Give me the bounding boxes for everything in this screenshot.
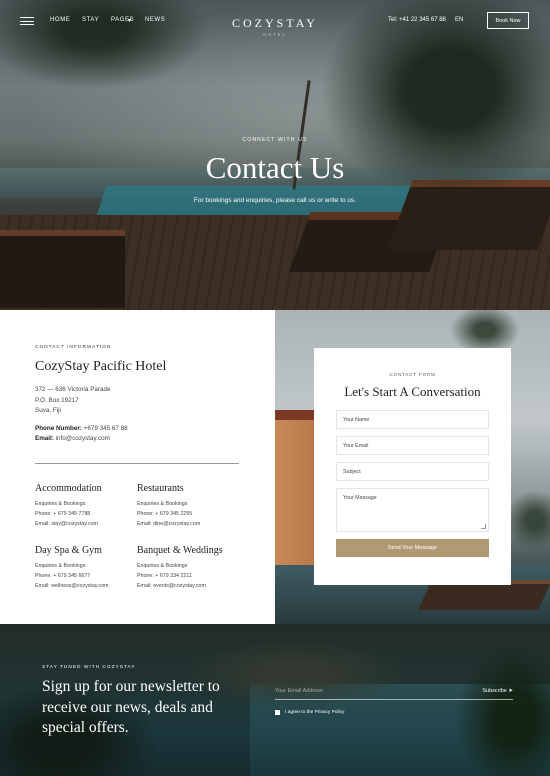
address-line: 372 — 636 Victoria Parade [35,386,111,393]
privacy-label: I agree to the Privacy Policy [285,710,345,715]
department-title: Restaurants [137,483,184,494]
department-email[interactable]: Email: wellness@cozystay.com [35,581,140,591]
department-enquiries: Enquiries & Bookings [35,501,86,507]
department-phone[interactable]: Phone: + 679 345 6677 [35,571,140,581]
department-email[interactable]: Email: events@cozystay.com [137,581,242,591]
privacy-consent: I agree to the Privacy Policy [275,710,344,715]
hero-subtitle: For bookings and enquiries, please call … [193,197,357,204]
book-now-button[interactable]: Book Now [487,12,529,29]
privacy-checkbox[interactable] [275,710,280,715]
department-phone[interactable]: Phone: + 679 345 2255 [137,509,242,519]
email-field[interactable]: Your Email [336,436,489,455]
department-spa-gym: Day Spa & Gym Enquiries & Bookings Phone… [35,545,140,591]
subscribe-button[interactable]: Subscribe ➤ [482,688,513,694]
newsletter-email-input[interactable]: Your Email Address Subscribe ➤ [275,688,513,700]
message-field[interactable]: Your Message [336,488,489,532]
contact-information: CONTACT INFORMATION CozyStay Pacific Hot… [0,310,275,624]
phone-label: Phone Number: [35,424,82,432]
department-enquiries: Enquiries & Bookings [137,501,188,507]
form-title: Let's Start A Conversation [344,384,481,399]
newsletter-title: Sign up for our newsletter to receive ou… [42,678,220,736]
email-value[interactable]: info@cozystay.com [56,435,110,442]
department-enquiries: Enquiries & Bookings [137,563,188,569]
photo-palm [505,490,550,550]
subscribe-label: Subscribe [482,688,507,694]
send-arrow-icon: ➤ [508,688,513,694]
newsletter-kicker: STAY TUNED WITH COZYSTAY [42,665,136,670]
brand-subtitle: HOTEL [263,32,287,37]
address-line: P.O. Box 19217 [35,396,79,404]
department-restaurants: Restaurants Enquiries & Bookings Phone: … [137,483,242,529]
email-label: Email: [35,435,54,442]
section-divider [35,462,239,464]
form-kicker: CONTACT FORM [389,372,436,377]
send-message-button[interactable]: Send Your Message [336,539,489,557]
phone-value[interactable]: +679 345 67 88 [84,425,128,432]
newsletter-section: STAY TUNED WITH COZYSTAY Sign up for our… [0,624,550,776]
department-email[interactable]: Email: stay@cozystay.com [35,519,140,529]
subject-field[interactable]: Subject [336,462,489,481]
newsletter-email-placeholder: Your Email Address [275,688,323,694]
department-enquiries: Enquiries & Bookings [35,563,86,569]
department-email[interactable]: Email: dine@cozystay.com [137,519,242,529]
hotel-address: 372 — 636 Victoria Parade P.O. Box 19217… [35,385,240,417]
name-field[interactable]: Your Name [336,410,489,429]
department-phone[interactable]: Phone: + 679 334 2211 [137,571,242,581]
department-accommodation: Accommodation Enquiries & Bookings Phone… [35,483,140,529]
department-title: Banquet & Weddings [137,545,223,556]
contact-form: CONTACT FORM Let's Start A Conversation … [314,348,511,585]
phone-number[interactable]: Tel: +41 22 345 67 88 [388,17,446,23]
department-phone[interactable]: Phone: + 679 345 7788 [35,509,140,519]
photo-building [275,410,320,578]
department-banquet-weddings: Banquet & Weddings Enquiries & Bookings … [137,545,242,591]
phone-line: Phone Number: +679 345 67 88 [35,424,240,435]
page-title: Contact Us [205,150,345,185]
language-selector[interactable]: EN [455,17,463,23]
hotel-name: CozyStay Pacific Hotel [35,359,167,374]
address-line: Suva, Fiji [35,407,61,414]
info-kicker: CONTACT INFORMATION [35,345,112,350]
hero-kicker: CONNECT WITH US [242,137,308,143]
top-navigation: HOME STAY PAGES ▾ NEWS COZYSTAY HOTEL Te… [0,10,550,37]
email-line: Email: info@cozystay.com [35,434,240,445]
department-title: Day Spa & Gym [35,545,102,556]
department-title: Accommodation [35,483,102,494]
brand-logo[interactable]: COZYSTAY [0,16,550,31]
